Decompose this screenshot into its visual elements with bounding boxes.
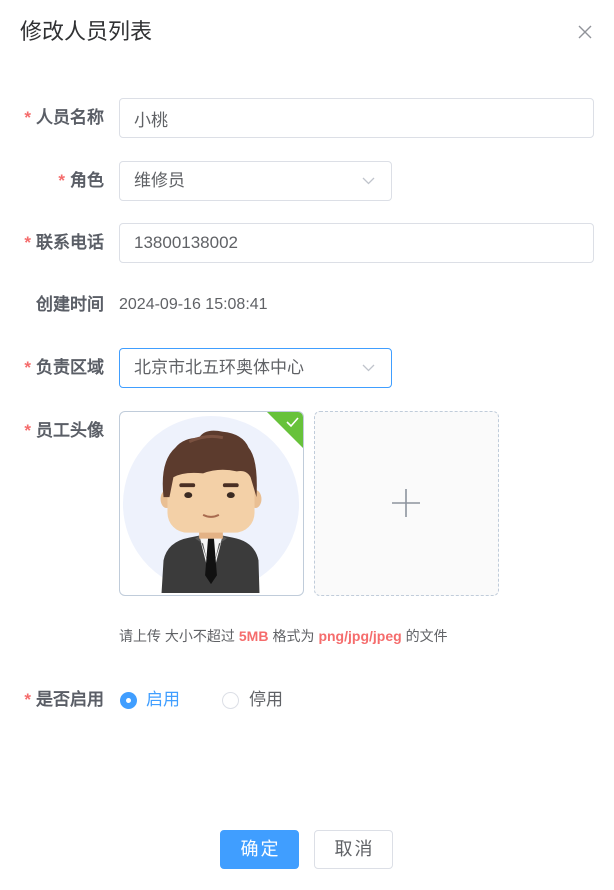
radio-enabled[interactable]: 启用 xyxy=(120,691,180,709)
area-label: * 负责区域 xyxy=(0,348,104,388)
close-icon xyxy=(578,25,592,39)
name-label: * 人员名称 xyxy=(0,98,104,138)
plus-icon xyxy=(392,489,420,517)
hint-prefix: 请上传 大小不超过 xyxy=(119,628,235,644)
cancel-button[interactable]: 取消 xyxy=(314,830,393,869)
hint-formats: png/jpg/jpeg xyxy=(318,628,402,644)
required-mark: * xyxy=(24,421,31,440)
area-label-text: 负责区域 xyxy=(36,358,104,377)
dialog-title: 修改人员列表 xyxy=(20,19,153,44)
role-select-value: 维修员 xyxy=(134,171,185,190)
required-mark: * xyxy=(24,690,31,709)
role-label: * 角色 xyxy=(0,161,104,201)
required-mark: * xyxy=(24,233,31,252)
chevron-down-icon xyxy=(362,364,375,372)
chevron-down-icon xyxy=(362,177,375,185)
avatar-upload-hint: 请上传 大小不超过 5MB 格式为 png/jpg/jpeg 的文件 xyxy=(119,626,448,646)
hint-middle: 格式为 xyxy=(272,628,315,644)
radio-enabled-label: 启用 xyxy=(146,690,180,709)
hint-size-limit: 5MB xyxy=(238,628,269,644)
avatar-preview-card[interactable] xyxy=(119,411,304,596)
enabled-label: * 是否启用 xyxy=(0,680,104,720)
hint-suffix: 的文件 xyxy=(405,628,448,644)
phone-label-text: 联系电话 xyxy=(36,233,104,252)
created-at-value: 2024-09-16 15:08:41 xyxy=(119,296,268,313)
created-at-label: 创建时间 xyxy=(0,285,104,325)
area-select[interactable]: 北京市北五环奥体中心 xyxy=(119,348,392,388)
avatar-brow-right xyxy=(222,483,239,488)
area-select-value: 北京市北五环奥体中心 xyxy=(134,358,304,377)
role-select[interactable]: 维修员 xyxy=(119,161,392,201)
phone-label: * 联系电话 xyxy=(0,223,104,263)
radio-disabled-label: 停用 xyxy=(249,690,283,709)
avatar-face xyxy=(167,467,255,533)
required-mark: * xyxy=(58,171,65,190)
phone-input[interactable] xyxy=(119,223,594,263)
check-icon xyxy=(267,412,303,448)
radio-disabled-circle xyxy=(222,691,239,709)
avatar-label-text: 员工头像 xyxy=(36,421,104,440)
radio-disabled[interactable]: 停用 xyxy=(222,691,283,709)
avatar-label: * 员工头像 xyxy=(0,411,104,451)
avatar-brow-left xyxy=(179,483,196,488)
enabled-label-text: 是否启用 xyxy=(36,690,104,709)
created-at-label-text: 创建时间 xyxy=(36,295,104,314)
name-input[interactable] xyxy=(119,98,594,138)
radio-enabled-circle xyxy=(120,691,137,709)
avatar-eye-left xyxy=(184,492,193,499)
confirm-button[interactable]: 确定 xyxy=(220,830,299,869)
close-button[interactable] xyxy=(577,24,593,40)
name-label-text: 人员名称 xyxy=(36,108,104,127)
avatar-upload-button[interactable] xyxy=(314,411,499,596)
avatar-eye-right xyxy=(226,492,235,499)
required-mark: * xyxy=(24,358,31,377)
required-mark: * xyxy=(24,108,31,127)
role-label-text: 角色 xyxy=(70,171,104,190)
